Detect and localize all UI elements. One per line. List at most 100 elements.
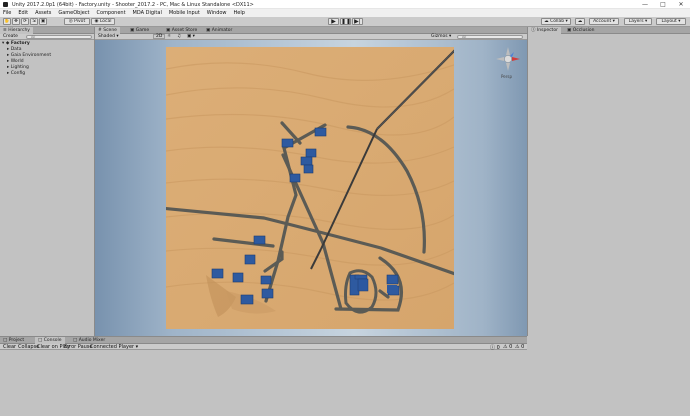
pivot-icon: ◎ <box>68 19 73 24</box>
bottom-tabs-bar: □ Project □ Console □ Audio Mixer <box>0 337 527 344</box>
console-toolbar: Clear Collapse Clear on Play Error Pause… <box>0 344 527 351</box>
layout-dropdown[interactable]: Layout ▾ <box>656 18 686 25</box>
hierarchy-header: ≡ Hierarchy <box>0 27 94 34</box>
window-title: Unity 2017.2.0p1 (64bit) - Factory.unity… <box>12 2 254 8</box>
hierarchy-item-config[interactable]: ▸ Config <box>7 71 25 76</box>
hierarchy-icon: ≡ <box>3 28 7 33</box>
tab-console[interactable]: □ Console <box>35 337 65 344</box>
pause-button[interactable]: ❚❚ <box>340 18 351 25</box>
effects-dropdown-icon[interactable]: ▣ ▾ <box>187 34 195 39</box>
collapse-arrow-icon: ▸ <box>7 53 10 58</box>
step-button[interactable]: ▶| <box>352 18 363 25</box>
game-icon: ▣ <box>130 28 135 33</box>
play-icon: ▶ <box>331 18 336 25</box>
info-icon: ⓘ <box>490 345 496 351</box>
account-dropdown[interactable]: Account ▾ <box>589 18 619 25</box>
local-toggle[interactable]: ◉ Local <box>91 18 115 25</box>
menu-mda-digital[interactable]: MDA Digital <box>133 10 162 16</box>
menu-gameobject[interactable]: GameObject <box>58 10 89 16</box>
tab-hierarchy[interactable]: ≡ Hierarchy <box>0 27 33 34</box>
menu-help[interactable]: Help <box>234 10 245 16</box>
tab-project[interactable]: □ Project <box>0 337 27 344</box>
window-controls: — □ ✕ <box>636 0 690 9</box>
error-icon: ⚠ <box>515 344 520 350</box>
hierarchy-root-factory[interactable]: ▾ ◆ Factory <box>2 41 30 46</box>
scene-gizmo[interactable]: Persp <box>493 44 523 79</box>
menu-mobile-input[interactable]: Mobile Input <box>169 10 200 16</box>
warning-icon: ⚠ <box>503 344 508 350</box>
error-pause-toggle[interactable]: Error Pause <box>64 344 92 350</box>
create-dropdown[interactable]: Create <box>3 34 18 39</box>
close-icon[interactable]: ✕ <box>672 0 690 9</box>
menu-component[interactable]: Component <box>97 10 126 16</box>
error-count-toggle[interactable]: ⚠ 0 <box>515 344 524 350</box>
menu-window[interactable]: Window <box>207 10 227 16</box>
hierarchy-search-input[interactable]: All <box>26 35 92 39</box>
scene-viewport[interactable]: Persp <box>95 40 527 336</box>
hierarchy-panel: ≡ Hierarchy Create All ▾ ◆ Factory ▸ Dat… <box>0 27 95 336</box>
hierarchy-item-gaia-environment[interactable]: ▸ Gaia Environment <box>7 53 51 58</box>
hierarchy-tree: ▾ ◆ Factory ▸ Data ▸ Gaia Environment ▸ … <box>0 40 94 100</box>
unity-app-icon <box>3 2 8 7</box>
rotate-tool-icon[interactable]: ⟳ <box>21 18 29 25</box>
animator-icon: ▣ <box>206 28 211 33</box>
pivot-toggle[interactable]: ◎ Pivot <box>64 18 90 25</box>
info-icon: ⓘ <box>531 28 536 33</box>
console-panel: □ Project □ Console □ Audio Mixer Clear … <box>0 336 527 416</box>
view-mode-label[interactable]: Persp <box>501 74 512 79</box>
unity-scene-icon: ◆ <box>5 41 10 46</box>
axis-gizmo-icon <box>496 47 520 71</box>
collapse-arrow-icon: ▸ <box>7 65 10 70</box>
occlusion-icon: ▣ <box>567 28 572 33</box>
pause-icon: ❚❚ <box>341 18 351 25</box>
menu-assets[interactable]: Assets <box>35 10 51 16</box>
folder-icon: □ <box>3 338 8 343</box>
tab-scene[interactable]: # Scene <box>95 27 120 34</box>
scale-tool-icon[interactable]: ⇲ <box>30 18 38 25</box>
layers-dropdown[interactable]: Layers ▾ <box>624 18 652 25</box>
scene-icon: # <box>98 28 102 33</box>
menu-file[interactable]: File <box>3 10 11 16</box>
desert-terrain <box>166 47 454 329</box>
play-button[interactable]: ▶ <box>328 18 339 25</box>
console-icon: □ <box>38 338 43 343</box>
tab-inspector[interactable]: ⓘ Inspector <box>528 27 561 34</box>
inspector-header: ⓘ Inspector ▣ Occlusion <box>528 27 690 34</box>
connected-player-dropdown[interactable]: Connected Player ▾ <box>90 344 138 350</box>
audio-mixer-icon: □ <box>73 338 78 343</box>
collab-dropdown[interactable]: ☁ Collab ▾ <box>541 18 571 25</box>
gizmos-dropdown[interactable]: Gizmos ▾ <box>431 34 451 39</box>
rect-tool-icon[interactable]: ▣ <box>39 18 47 25</box>
expand-arrow-icon: ▾ <box>2 41 5 46</box>
warning-count-toggle[interactable]: ⚠ 0 <box>503 344 512 350</box>
terrain-map <box>166 47 454 329</box>
inspector-panel: ⓘ Inspector ▣ Occlusion <box>527 27 690 336</box>
minimize-icon[interactable]: — <box>636 0 654 9</box>
maximize-icon[interactable]: □ <box>654 0 672 9</box>
services-cloud-button[interactable]: ☁ <box>575 18 585 25</box>
menu-bar: File Edit Assets GameObject Component MD… <box>0 9 690 17</box>
log-count-toggle[interactable]: ⓘ 0 <box>490 344 500 351</box>
hierarchy-item-world[interactable]: ▸ World <box>7 59 24 64</box>
hand-tool-icon[interactable]: ✋ <box>3 18 11 25</box>
tab-animator[interactable]: ▣ Animator <box>203 27 235 34</box>
tab-audio-mixer[interactable]: □ Audio Mixer <box>70 337 108 344</box>
tab-occlusion[interactable]: ▣ Occlusion <box>564 27 598 34</box>
menu-edit[interactable]: Edit <box>18 10 28 16</box>
clear-button[interactable]: Clear <box>3 344 16 350</box>
move-tool-icon[interactable]: ✥ <box>12 18 20 25</box>
shading-dropdown[interactable]: Shaded ▾ <box>98 34 119 39</box>
title-bar: Unity 2017.2.0p1 (64bit) - Factory.unity… <box>0 0 690 9</box>
tab-game[interactable]: ▣ Game <box>127 27 152 34</box>
scene-search-input[interactable]: All <box>457 35 523 39</box>
collapse-arrow-icon: ▸ <box>7 47 10 52</box>
cloud-icon: ☁ <box>577 19 583 24</box>
lighting-toggle-icon[interactable]: ☼ <box>167 34 171 39</box>
hierarchy-item-data[interactable]: ▸ Data <box>7 47 21 52</box>
asset-store-icon: ▣ <box>166 28 171 33</box>
hierarchy-item-lighting[interactable]: ▸ Lighting <box>7 65 29 70</box>
2d-toggle[interactable]: 2D <box>153 34 166 39</box>
tab-asset-store[interactable]: ▣ Asset Store <box>163 27 200 34</box>
audio-toggle-icon[interactable]: ♫ <box>177 34 181 39</box>
local-icon: ◉ <box>94 19 99 24</box>
